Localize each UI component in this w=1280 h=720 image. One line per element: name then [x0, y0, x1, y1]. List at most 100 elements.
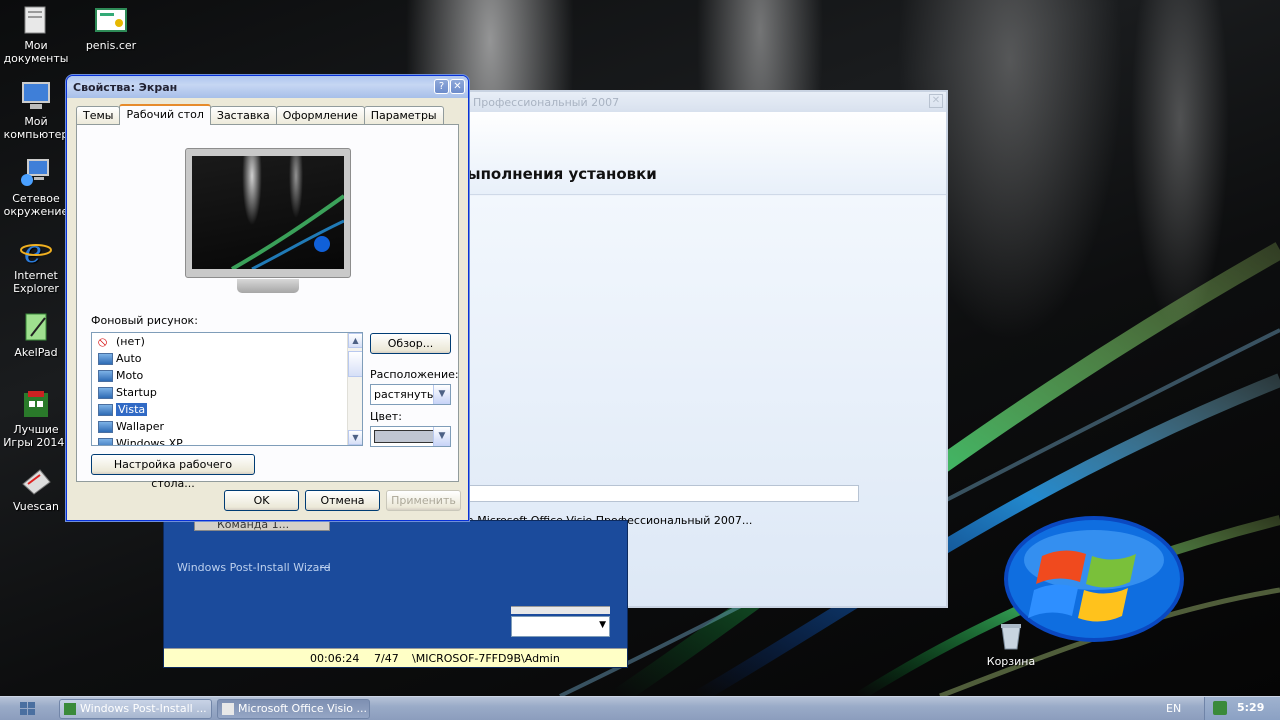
language-indicator[interactable]: EN: [1166, 702, 1181, 715]
display-properties-dialog[interactable]: Свойства: Экран ? ✕ Темы Рабочий стол За…: [66, 75, 469, 521]
system-tray: 5:29: [1204, 697, 1280, 720]
desktop-icon-label: Сетевое окружение: [3, 192, 69, 218]
list-item[interactable]: ⦸ (нет): [92, 333, 362, 350]
list-item-selected[interactable]: Vista: [92, 401, 362, 418]
ok-button[interactable]: OK: [224, 490, 299, 511]
wizard-combo[interactable]: ▼: [511, 616, 610, 637]
scanner-icon: [20, 465, 52, 497]
cancel-button[interactable]: Отмена: [305, 490, 380, 511]
list-item-label: (нет): [116, 335, 145, 348]
dialog-titlebar[interactable]: Свойства: Экран: [67, 76, 468, 98]
scroll-thumb[interactable]: [348, 351, 362, 377]
list-item-label: Wallaper: [116, 420, 165, 433]
list-item[interactable]: Moto: [92, 367, 362, 384]
install-heading: ыполнения установки: [467, 165, 657, 183]
status-user: \MICROSOF-7FFD9B\Admin: [412, 652, 560, 665]
wizard-status-bar: 00:06:24 7/47 \MICROSOF-7FFD9B\Admin: [164, 648, 627, 667]
list-item[interactable]: Startup: [92, 384, 362, 401]
position-select[interactable]: растянуть ▼: [370, 384, 451, 405]
position-label: Расположение:: [370, 368, 459, 381]
svg-text:e: e: [24, 235, 42, 265]
none-icon: ⦸: [98, 333, 108, 350]
wizard-label-line: [320, 567, 330, 568]
color-swatch: [374, 430, 434, 443]
tab-settings[interactable]: Параметры: [363, 106, 444, 125]
apply-button[interactable]: Применить: [386, 490, 461, 511]
install-window-title: Профессиональный 2007: [473, 95, 620, 109]
list-item[interactable]: Wallaper: [92, 418, 362, 435]
desktop-icon-label: penis.cer: [85, 39, 137, 52]
taskbar-item-post-install[interactable]: Windows Post-Install ...: [59, 699, 212, 719]
scroll-down-icon[interactable]: ▼: [348, 430, 362, 445]
tab-screensaver[interactable]: Заставка: [209, 106, 277, 125]
folder-documents-icon: [20, 4, 52, 36]
wallpaper-preview: [192, 156, 346, 271]
list-item[interactable]: Auto: [92, 350, 362, 367]
listbox-scrollbar[interactable]: ▲ ▼: [347, 333, 362, 445]
monitor-preview: [185, 148, 351, 293]
tray-app-icon[interactable]: [1213, 701, 1227, 715]
color-picker[interactable]: ▼: [370, 426, 451, 447]
image-icon: [98, 369, 113, 382]
desktop-icon-my-documents[interactable]: Мои документы: [1, 4, 71, 65]
tab-appearance[interactable]: Оформление: [275, 106, 365, 125]
desktop-icon-my-computer[interactable]: Мой компьютер: [1, 80, 71, 141]
install-close-button[interactable]: ✕: [929, 94, 943, 108]
desktop-icon-internet-explorer[interactable]: e Internet Explorer: [1, 234, 71, 295]
wizard-tab-strip: [511, 606, 610, 614]
windows-flag-icon: [20, 702, 35, 715]
image-icon: [98, 420, 113, 433]
recycle-bin-icon: [995, 620, 1027, 652]
taskbar-item-label: Microsoft Office Visio ...: [238, 702, 368, 715]
taskbar: Windows Post-Install ... Microsoft Offic…: [0, 696, 1280, 720]
dialog-tabs: Темы Рабочий стол Заставка Оформление Па…: [76, 104, 444, 125]
desktop-icon-label: Корзина: [986, 655, 1036, 668]
desktop-icon-label: Мой компьютер: [3, 115, 69, 141]
taskbar-item-label: Windows Post-Install ...: [80, 702, 207, 715]
desktop-icon-games[interactable]: Лучшие Игры 2014!: [1, 388, 71, 449]
clock[interactable]: 5:29: [1237, 701, 1264, 714]
start-button[interactable]: [0, 697, 56, 720]
list-item-label: Windows XP: [116, 437, 183, 446]
image-icon: [98, 403, 113, 416]
monitor-stand: [237, 279, 299, 293]
games-icon: [20, 388, 52, 420]
taskbar-item-visio[interactable]: Microsoft Office Visio ...: [217, 699, 370, 719]
image-icon: [98, 352, 113, 365]
tab-themes[interactable]: Темы: [76, 106, 121, 125]
chevron-down-icon: ▼: [599, 620, 606, 630]
help-button[interactable]: ?: [434, 79, 449, 94]
post-install-wizard-window[interactable]: Команда 1... Windows Post-Install Wizard…: [163, 517, 628, 668]
background-listbox[interactable]: ⦸ (нет) Auto Moto Startup Vista Wallaper …: [91, 332, 363, 446]
office-app-icon: [222, 703, 234, 715]
desktop-icon-vuescan[interactable]: Vuescan: [1, 465, 71, 513]
position-value: растянуть: [374, 388, 434, 401]
dialog-title: Свойства: Экран: [73, 80, 178, 94]
list-item-label: Moto: [116, 369, 144, 382]
tab-desktop[interactable]: Рабочий стол: [119, 104, 211, 125]
list-item-label: Startup: [116, 386, 157, 399]
desktop-icon-recycle-bin[interactable]: Корзина: [976, 620, 1046, 668]
chevron-down-icon: ▼: [433, 385, 450, 404]
browse-button[interactable]: Обзор...: [370, 333, 451, 354]
desktop-icon-network[interactable]: Сетевое окружение: [1, 157, 71, 218]
my-computer-icon: [20, 80, 52, 112]
list-item[interactable]: Windows XP: [92, 435, 362, 446]
image-icon: [98, 437, 113, 445]
network-icon: [20, 157, 52, 189]
desktop-icon-akelpad[interactable]: AkelPad: [1, 311, 71, 359]
scroll-up-icon[interactable]: ▲: [348, 333, 362, 348]
notepad-icon: [20, 311, 52, 343]
wizard-label: Windows Post-Install Wizard: [177, 561, 331, 574]
desktop-icon-label: Internet Explorer: [13, 269, 59, 295]
desktop-tab-panel: Фоновый рисунок: ⦸ (нет) Auto Moto Startu…: [76, 124, 459, 490]
desktop-icon-label: Лучшие Игры 2014!: [3, 423, 69, 449]
desktop-icon-label: Vuescan: [12, 500, 59, 513]
desktop-icon-penis-cer[interactable]: penis.cer: [76, 4, 146, 52]
list-item-label: Vista: [116, 403, 148, 416]
wizard-app-icon: [64, 703, 76, 715]
internet-explorer-icon: e: [20, 234, 52, 266]
close-button[interactable]: ✕: [450, 79, 465, 94]
customize-desktop-button[interactable]: Настройка рабочего стола...: [91, 454, 255, 490]
desktop-icon-label: AkelPad: [14, 346, 58, 359]
